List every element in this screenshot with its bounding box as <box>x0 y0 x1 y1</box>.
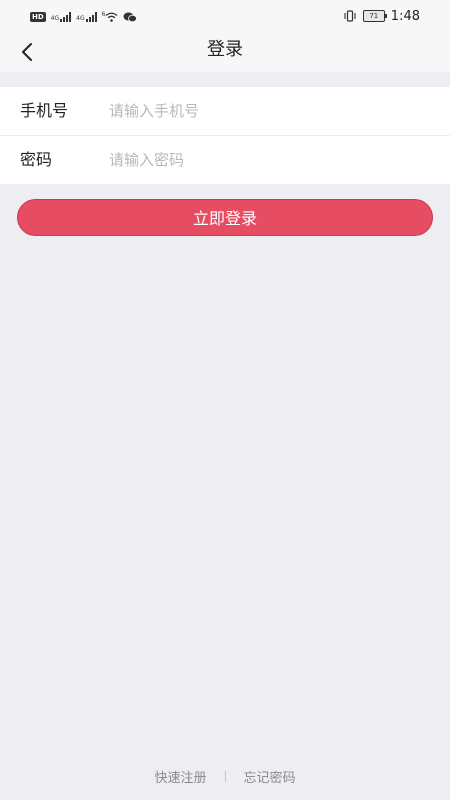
forgot-password-link[interactable]: 忘记密码 <box>244 767 296 786</box>
password-input[interactable] <box>109 147 429 173</box>
wechat-icon <box>123 8 138 27</box>
password-label: 密码 <box>20 150 53 169</box>
vibrate-icon <box>343 7 357 26</box>
network-type-label: 4G <box>50 15 60 22</box>
battery-icon: 71 <box>362 10 387 22</box>
nav-bar: 登录 <box>0 32 450 72</box>
footer-links: 快速注册 忘记密码 <box>0 766 450 786</box>
status-time: 1:48 <box>390 8 420 24</box>
phone-row: 手机号 <box>0 87 450 135</box>
status-right: 71 1:48 <box>343 8 420 24</box>
footer-divider <box>224 770 226 782</box>
signal-icon: 4G <box>76 12 97 22</box>
signal-icon: 4G <box>50 12 72 22</box>
sim-hd-icon: HD <box>30 12 46 22</box>
network-type-label: 4G <box>76 15 85 22</box>
register-link[interactable]: 快速注册 <box>154 767 206 786</box>
page-title: 登录 <box>207 39 243 60</box>
status-left: HD 4G 4G 6 <box>30 8 138 27</box>
phone-label: 手机号 <box>20 101 69 120</box>
phone-input[interactable] <box>109 98 429 124</box>
wifi-icon: 6 <box>102 12 119 22</box>
login-button[interactable]: 立即登录 <box>17 199 433 236</box>
password-row: 密码 <box>0 135 450 184</box>
login-form: 手机号 密码 <box>0 87 450 184</box>
login-screen: HD 4G 4G 6 71 1:48 登录 手机号 请输入手机号 密码 立即登录… <box>0 0 450 800</box>
status-bar: HD 4G 4G 6 71 1:48 <box>0 0 450 32</box>
